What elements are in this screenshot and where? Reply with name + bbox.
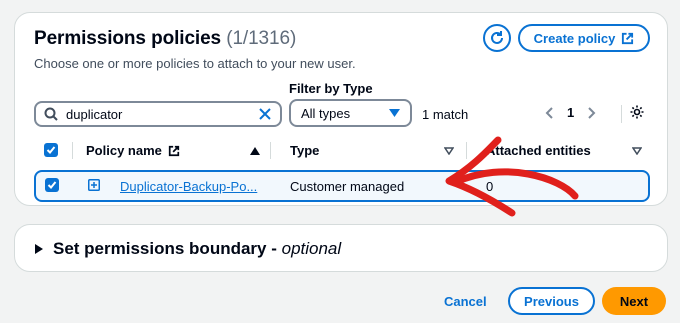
attached-entities-cell: 0 (486, 179, 494, 194)
select-all-checkbox[interactable] (44, 143, 58, 157)
policy-name-link[interactable]: Duplicator-Backup-Po... (120, 179, 257, 194)
table-row[interactable]: Duplicator-Backup-Po... Customer managed… (34, 170, 650, 202)
sort-ascending-icon[interactable] (250, 147, 260, 155)
expand-row-icon[interactable] (88, 179, 100, 191)
caret-down-icon (389, 109, 400, 117)
current-page[interactable]: 1 (567, 105, 574, 120)
permissions-policies-panel: Permissions policies (1/1316) Choose one… (14, 12, 668, 206)
panel-description: Choose one or more policies to attach to… (34, 56, 356, 71)
column-divider (466, 142, 467, 159)
next-button[interactable]: Next (602, 287, 666, 315)
table-header: Policy name Type Attached entities (34, 139, 650, 163)
filter-by-type-label: Filter by Type (289, 81, 373, 96)
chevron-right-icon[interactable] (588, 106, 596, 119)
permissions-boundary-toggle[interactable]: Set permissions boundary - optional (35, 239, 341, 259)
refresh-icon (491, 31, 503, 44)
refresh-button[interactable] (483, 24, 511, 52)
column-divider (270, 142, 271, 159)
policy-count: (1/1316) (226, 28, 297, 49)
row-checkbox[interactable] (45, 178, 59, 192)
column-header-policy-name[interactable]: Policy name (86, 143, 180, 158)
check-icon (46, 146, 56, 154)
type-filter-select[interactable]: All types (289, 99, 412, 127)
chevron-left-icon[interactable] (545, 106, 553, 119)
column-header-attached-entities[interactable]: Attached entities (486, 143, 591, 158)
divider (621, 105, 622, 123)
external-link-icon (622, 32, 634, 44)
match-count: 1 match (422, 107, 469, 122)
policy-type-cell: Customer managed (290, 179, 405, 194)
cancel-button[interactable]: Cancel (444, 294, 487, 309)
previous-button[interactable]: Previous (508, 287, 595, 315)
sort-icon[interactable] (444, 147, 454, 155)
permissions-boundary-section[interactable]: Set permissions boundary - optional (14, 224, 668, 272)
column-header-type[interactable]: Type (290, 143, 319, 158)
search-icon (44, 107, 58, 121)
column-divider (72, 142, 73, 159)
caret-right-icon (35, 244, 43, 254)
check-icon (47, 181, 57, 189)
pagination: 1 (545, 105, 596, 120)
sort-icon[interactable] (632, 147, 642, 155)
policy-search-input[interactable]: duplicator (34, 101, 282, 127)
external-link-icon (168, 145, 180, 156)
gear-icon[interactable] (629, 104, 645, 120)
create-policy-button[interactable]: Create policy (518, 24, 650, 52)
clear-icon[interactable] (258, 107, 272, 121)
panel-title: Permissions policies (1/1316) (34, 28, 297, 49)
search-input-value: duplicator (66, 106, 123, 122)
